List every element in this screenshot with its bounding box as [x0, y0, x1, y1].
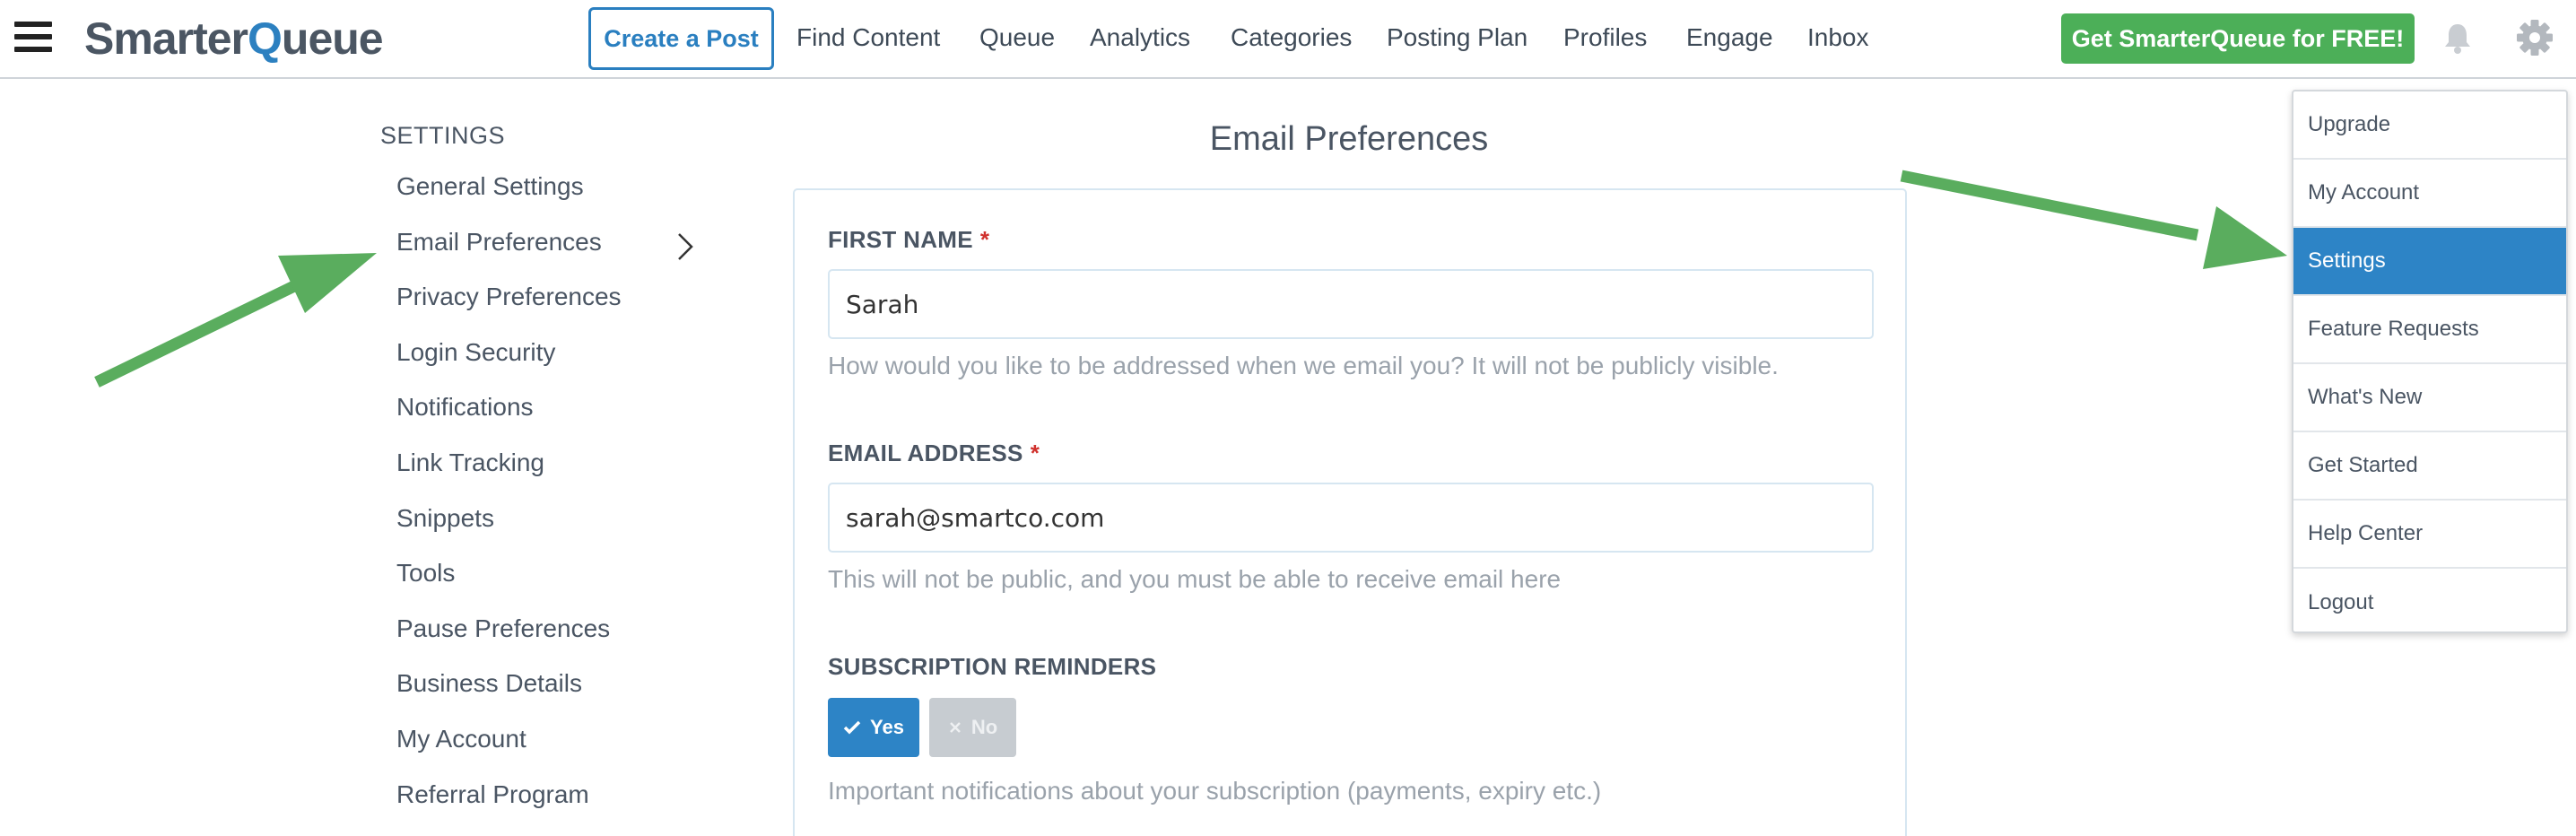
first-name-label: FIRST NAME *	[828, 226, 990, 253]
menu-item-upgrade[interactable]: Upgrade	[2293, 91, 2566, 160]
required-marker: *	[1030, 440, 1040, 466]
sidebar-item-general-settings[interactable]: General Settings	[396, 169, 719, 224]
nav-profiles[interactable]: Profiles	[1563, 23, 1647, 52]
menu-item-whats-new[interactable]: What's New	[2293, 364, 2566, 432]
account-dropdown-menu: Upgrade My Account Settings Feature Requ…	[2292, 90, 2568, 633]
menu-item-settings[interactable]: Settings	[2293, 228, 2566, 296]
subscription-yes-button[interactable]: Yes	[828, 698, 919, 757]
subscription-reminders-label: SUBSCRIPTION REMINDERS	[828, 653, 1157, 680]
sidebar-item-snippets[interactable]: Snippets	[396, 501, 719, 556]
menu-item-feature-requests[interactable]: Feature Requests	[2293, 296, 2566, 364]
smarterqueue-logo[interactable]: SmarterQueue	[84, 13, 384, 64]
menu-item-logout[interactable]: Logout	[2293, 569, 2566, 637]
sidebar-item-pause-preferences[interactable]: Pause Preferences	[396, 611, 719, 666]
sidebar-item-email-preferences[interactable]: Email Preferences	[396, 224, 719, 280]
check-icon	[843, 720, 861, 735]
sidebar-item-referral-program[interactable]: Referral Program	[396, 777, 719, 832]
first-name-input[interactable]	[828, 269, 1874, 339]
nav-analytics[interactable]: Analytics	[1090, 23, 1190, 52]
close-icon	[949, 722, 961, 733]
email-address-help: This will not be public, and you must be…	[828, 565, 1562, 593]
menu-item-help-center[interactable]: Help Center	[2293, 501, 2566, 569]
required-marker: *	[979, 226, 990, 253]
bell-icon[interactable]	[2440, 20, 2476, 56]
nav-inbox[interactable]: Inbox	[1807, 23, 1869, 52]
hamburger-menu-icon[interactable]	[14, 22, 52, 54]
chevron-right-icon	[678, 232, 693, 260]
email-address-input[interactable]	[828, 483, 1874, 553]
gear-icon[interactable]	[2515, 18, 2554, 57]
menu-item-get-started[interactable]: Get Started	[2293, 432, 2566, 501]
settings-heading: SETTINGS	[380, 122, 506, 149]
sidebar-item-business-details[interactable]: Business Details	[396, 666, 719, 721]
annotation-arrow-right	[1900, 170, 2287, 269]
sidebar-item-tools[interactable]: Tools	[396, 555, 719, 611]
email-preferences-form: FIRST NAME* How would you like to be add…	[793, 188, 1907, 836]
sidebar-item-privacy-preferences[interactable]: Privacy Preferences	[396, 279, 719, 335]
nav-engage[interactable]: Engage	[1686, 23, 1773, 52]
nav-categories[interactable]: Categories	[1231, 23, 1352, 52]
first-name-help: How would you like to be addressed when …	[828, 352, 1779, 379]
sidebar-item-notifications[interactable]: Notifications	[396, 389, 719, 445]
nav-posting-plan[interactable]: Posting Plan	[1387, 23, 1527, 52]
sidebar-item-my-account[interactable]: My Account	[396, 721, 719, 777]
settings-sidebar: General Settings Email Preferences Priva…	[396, 169, 719, 832]
get-free-button[interactable]: Get SmarterQueue for FREE!	[2061, 13, 2415, 64]
nav-queue[interactable]: Queue	[979, 23, 1055, 52]
create-post-button[interactable]: Create a Post	[588, 7, 774, 70]
subscription-help: Important notifications about your subsc…	[828, 777, 1602, 805]
nav-find-content[interactable]: Find Content	[796, 23, 940, 52]
top-navigation-bar: SmarterQueue Create a Post Find Content …	[0, 0, 2576, 79]
sidebar-item-link-tracking[interactable]: Link Tracking	[396, 445, 719, 501]
subscription-no-button[interactable]: No	[929, 698, 1016, 757]
sidebar-item-login-security[interactable]: Login Security	[396, 335, 719, 390]
menu-item-my-account[interactable]: My Account	[2293, 160, 2566, 228]
sidebar-item-label: Email Preferences	[396, 227, 602, 256]
page-title: Email Preferences	[1209, 120, 1489, 158]
email-address-label: EMAIL ADDRESS *	[828, 440, 1040, 466]
annotation-arrow-left	[94, 253, 377, 388]
